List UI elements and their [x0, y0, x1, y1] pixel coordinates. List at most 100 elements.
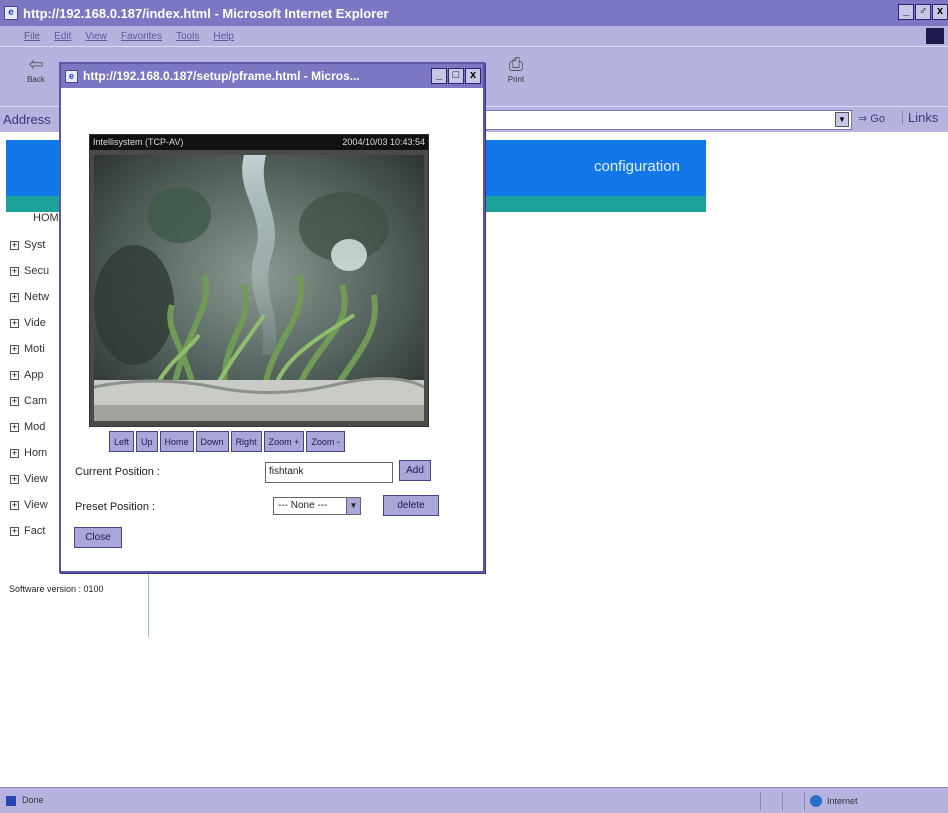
expand-icon: +	[10, 447, 19, 458]
camera-timestamp: 2004/10/03 10:43:54	[342, 137, 425, 147]
preset-popup-window: e http://192.168.0.187/setup/pframe.html…	[59, 62, 485, 573]
ptz-controls: Left Up Home Down Right Zoom + Zoom -	[109, 431, 345, 452]
nav-item-label: View	[24, 473, 48, 485]
nav-item-view-1[interactable]: + View	[10, 473, 48, 485]
back-arrow-icon: ⇦	[28, 54, 44, 74]
nav-item-home[interactable]: + Hom	[10, 447, 47, 459]
menu-view[interactable]: View	[85, 31, 107, 42]
windows-logo-icon	[926, 28, 944, 44]
main-window-titlebar: e http://192.168.0.187/index.html - Micr…	[0, 0, 948, 26]
close-window-button[interactable]: x	[932, 4, 948, 20]
menu-bar: File Edit View Favorites Tools Help	[0, 26, 948, 46]
status-divider	[760, 792, 761, 810]
zone-text: Internet	[827, 796, 858, 806]
ie-logo-icon: e	[4, 6, 18, 20]
popup-minimize-button[interactable]: _	[431, 68, 447, 84]
software-version: Software version : 0100	[9, 584, 104, 594]
back-label: Back	[27, 75, 45, 84]
go-button[interactable]: ⇒ Go	[858, 112, 885, 125]
nav-item-video[interactable]: + Vide	[10, 317, 46, 329]
current-position-input[interactable]: fishtank	[265, 462, 393, 483]
nav-item-view-2[interactable]: + View	[10, 499, 48, 511]
nav-item-motion[interactable]: + Moti	[10, 343, 45, 355]
popup-titlebar: e http://192.168.0.187/setup/pframe.html…	[61, 64, 483, 88]
status-bar: Done Internet	[0, 787, 948, 813]
go-label: Go	[870, 113, 885, 125]
nav-item-camera[interactable]: + Cam	[10, 395, 47, 407]
print-label: Print	[507, 75, 525, 84]
nav-item-label: Hom	[24, 447, 48, 459]
zoom-in-button[interactable]: Zoom +	[263, 431, 305, 452]
popup-close-x-button[interactable]: x	[465, 68, 481, 84]
ptz-down-button[interactable]: Down	[195, 431, 229, 452]
printer-icon: ⎙	[508, 54, 524, 74]
nav-item-label: Fact	[24, 525, 46, 537]
page-done-icon	[6, 796, 16, 806]
expand-icon: +	[10, 291, 19, 302]
camera-view: Intellisystem (TCP-AV) 2004/10/03 10:43:…	[89, 134, 429, 427]
popup-title: http://192.168.0.187/setup/pframe.html -…	[83, 69, 360, 83]
expand-icon: +	[10, 265, 19, 276]
main-window-controls: _ ♂ x	[898, 4, 948, 20]
nav-item-mode[interactable]: + Mod	[10, 421, 45, 433]
nav-item-label: Secu	[24, 265, 50, 277]
expand-icon: +	[10, 369, 19, 380]
delete-preset-button[interactable]: delete	[383, 495, 439, 516]
menu-favorites[interactable]: Favorites	[121, 31, 162, 42]
nav-item-label: Mod	[24, 421, 46, 433]
nav-item-factory[interactable]: + Fact	[10, 525, 45, 537]
nav-item-label: View	[24, 499, 48, 511]
ptz-left-button[interactable]: Left	[109, 431, 135, 452]
expand-icon: +	[10, 525, 19, 536]
internet-zone-icon	[810, 795, 822, 807]
current-position-label: Current Position :	[75, 466, 160, 478]
expand-icon: +	[10, 239, 19, 250]
nav-item-label: Syst	[24, 239, 46, 251]
back-button[interactable]: ⇦ Back	[16, 53, 56, 84]
menu-edit[interactable]: Edit	[54, 31, 71, 42]
maximize-button[interactable]: ♂	[915, 4, 931, 20]
add-preset-button[interactable]: Add	[399, 460, 431, 481]
address-dropdown-icon[interactable]: ▼	[835, 112, 849, 127]
nav-item-label: Cam	[24, 395, 48, 407]
address-label: Address	[3, 112, 51, 127]
preset-position-select[interactable]: --- None --- ▼	[273, 497, 361, 515]
menu-tools[interactable]: Tools	[176, 31, 199, 42]
expand-icon: +	[10, 421, 19, 432]
minimize-button[interactable]: _	[898, 4, 914, 20]
nav-item-system[interactable]: + Syst	[10, 239, 45, 251]
expand-icon: +	[10, 499, 19, 510]
status-text: Done	[22, 795, 44, 805]
preset-selected-value: --- None ---	[278, 500, 328, 511]
print-button[interactable]: ⎙ Print	[496, 53, 536, 84]
camera-caption: Intellisystem (TCP-AV) 2004/10/03 10:43:…	[90, 135, 428, 150]
expand-icon: +	[10, 343, 19, 354]
menu-help[interactable]: Help	[213, 31, 234, 42]
nav-item-label: App	[24, 369, 44, 381]
ptz-up-button[interactable]: Up	[136, 431, 158, 452]
expand-icon: +	[10, 395, 19, 406]
camera-image	[94, 155, 424, 421]
dropdown-arrow-icon: ▼	[346, 498, 360, 514]
nav-item-label: Netw	[24, 291, 50, 303]
menu-file[interactable]: File	[24, 31, 40, 42]
links-button[interactable]: Links	[902, 110, 938, 125]
nav-item-application[interactable]: + App	[10, 369, 44, 381]
ptz-right-button[interactable]: Right	[230, 431, 262, 452]
nav-item-network[interactable]: + Netw	[10, 291, 49, 303]
go-arrow-icon: ⇒	[858, 113, 868, 125]
nav-item-label: Moti	[24, 343, 45, 355]
popup-window-controls: _ □ x	[431, 68, 481, 84]
expand-icon: +	[10, 317, 19, 328]
nav-item-label: Vide	[24, 317, 46, 329]
popup-maximize-button[interactable]: □	[448, 68, 464, 84]
main-window-title: http://192.168.0.187/index.html - Micros…	[23, 5, 389, 21]
banner-title: configuration	[594, 158, 680, 175]
zoom-out-button[interactable]: Zoom -	[306, 431, 345, 452]
expand-icon: +	[10, 473, 19, 484]
status-divider	[782, 792, 783, 810]
ptz-home-button[interactable]: Home	[159, 431, 194, 452]
nav-item-security[interactable]: + Secu	[10, 265, 49, 277]
camera-name: Intellisystem (TCP-AV)	[93, 137, 184, 147]
close-button[interactable]: Close	[74, 527, 122, 548]
